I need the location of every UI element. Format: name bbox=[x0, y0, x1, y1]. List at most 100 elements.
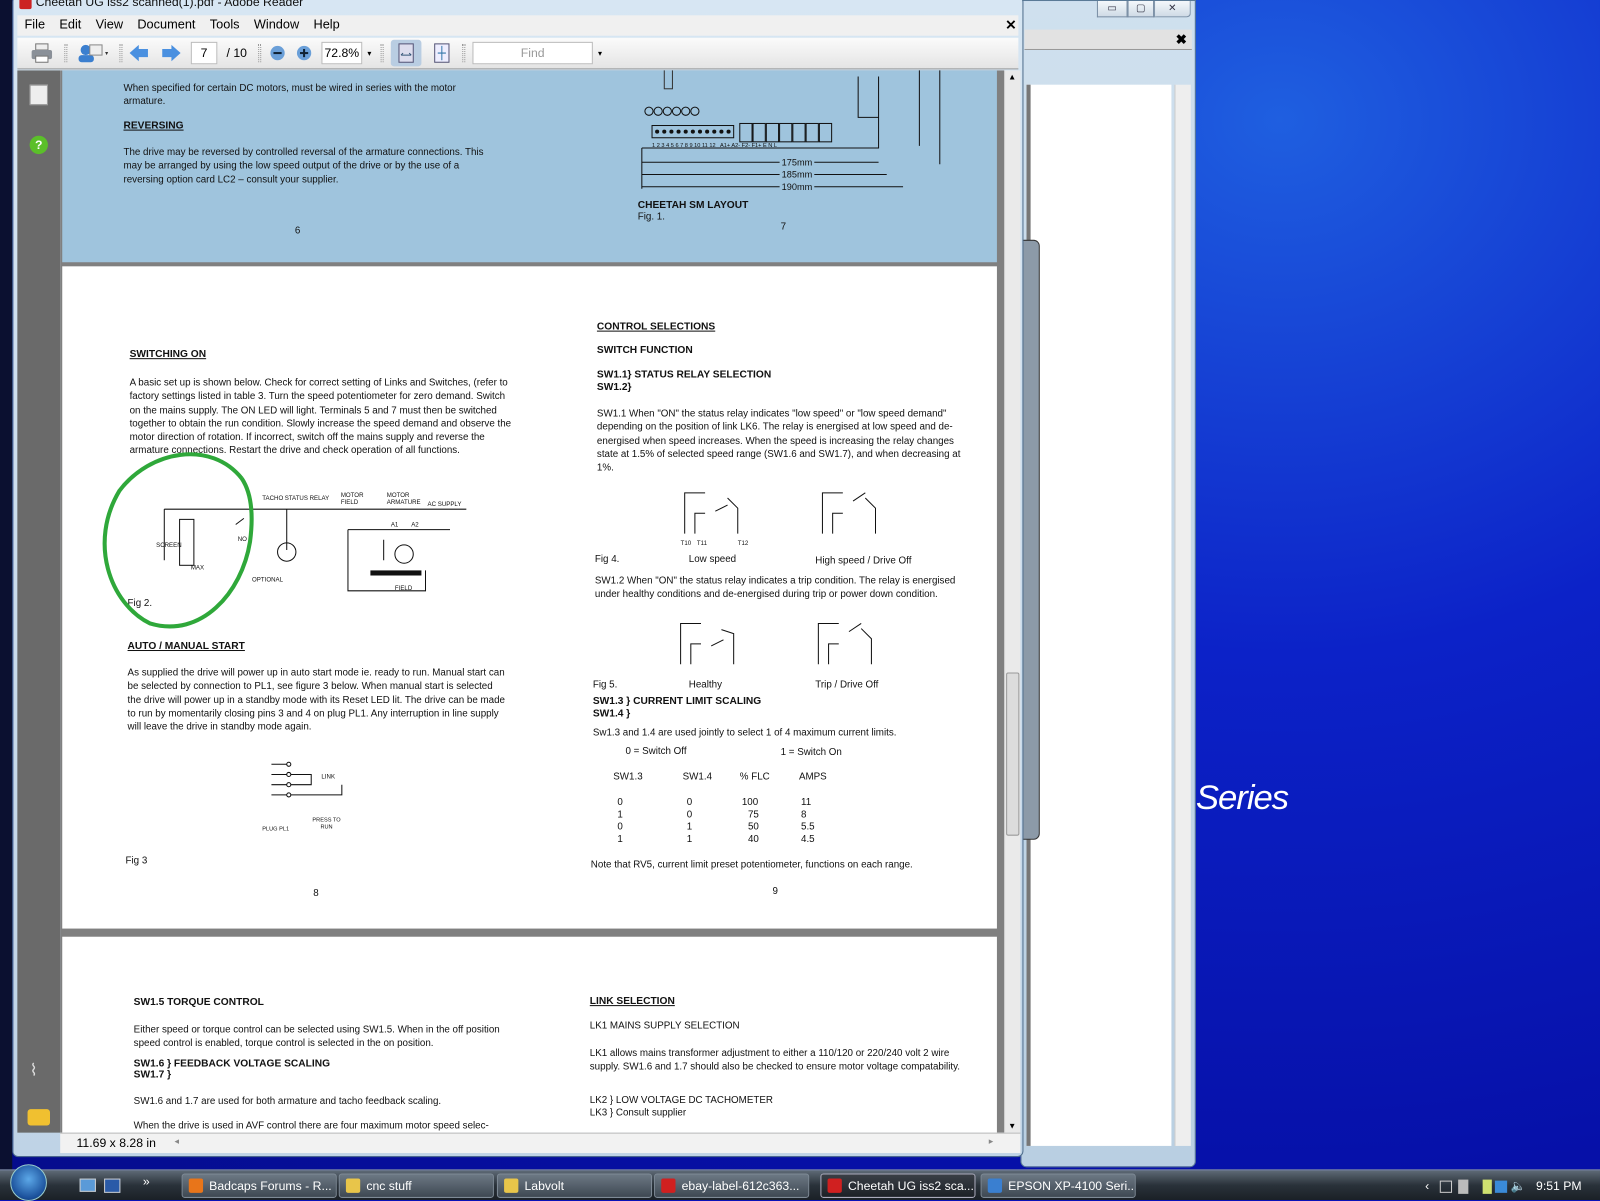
terminal-labels: 1 2 3 4 5 6 7 8 9 10 11 12 A1+ A2- F2- F… bbox=[652, 142, 778, 149]
tray-phone-icon[interactable] bbox=[1458, 1179, 1469, 1194]
scroll-right-icon[interactable]: ▸ bbox=[989, 1136, 994, 1147]
taskbar-button[interactable]: EPSON XP-4100 Seri... bbox=[980, 1173, 1136, 1198]
menu-bar: File Edit View Document Tools Window Hel… bbox=[17, 15, 1019, 36]
heading-switch-function: SWITCH FUNCTION bbox=[596, 344, 693, 357]
print-icon[interactable] bbox=[30, 42, 54, 64]
fig2-label-status-relay: STATUS RELAY bbox=[284, 495, 330, 503]
menu-help[interactable]: Help bbox=[306, 15, 347, 35]
vertical-scrollbar[interactable] bbox=[1174, 84, 1191, 1146]
fig5-caption: Fig 5. bbox=[592, 679, 618, 691]
vertical-scrollbar[interactable]: ▲ ▼ bbox=[1004, 70, 1021, 1133]
taskbar-button-label: ebay-label-612c363... bbox=[681, 1178, 800, 1193]
text-series-wiring: When specified for certain DC motors, mu… bbox=[123, 82, 456, 108]
previous-page-icon[interactable] bbox=[128, 42, 150, 64]
heading-sw12: SW1.2} bbox=[596, 381, 632, 393]
pages-icon[interactable] bbox=[29, 84, 48, 106]
taskbar-button[interactable]: Labvolt bbox=[496, 1173, 653, 1198]
heading-link-selection: LINK SELECTION bbox=[589, 995, 675, 1008]
page-number-9: 9 bbox=[772, 885, 778, 897]
app-icon bbox=[987, 1178, 1003, 1193]
heading-sw17: SW1.7 } bbox=[133, 1069, 172, 1081]
table-cell: 40 bbox=[747, 833, 759, 845]
scrollbar-thumb[interactable] bbox=[1006, 672, 1020, 836]
clock[interactable]: 9:51 PM bbox=[1536, 1179, 1582, 1193]
zoom-level-input[interactable]: 72.8% bbox=[321, 41, 363, 65]
table-header: SW1.4 bbox=[682, 771, 713, 783]
quicklaunch-overflow-icon[interactable]: » bbox=[143, 1174, 150, 1188]
document-view[interactable]: When specified for certain DC motors, mu… bbox=[60, 70, 1005, 1133]
fig2-label-field: FIELD bbox=[394, 585, 413, 592]
fit-page-icon[interactable] bbox=[430, 42, 454, 64]
fig4-terminals: T10 bbox=[680, 540, 692, 547]
fit-width-icon[interactable] bbox=[390, 39, 422, 67]
scroll-left-icon[interactable]: ◂ bbox=[174, 1136, 179, 1147]
table-header: AMPS bbox=[798, 771, 827, 783]
tray-volume-icon[interactable]: 🔈 bbox=[1511, 1179, 1526, 1193]
text-avf: When the drive is used in AVF control th… bbox=[133, 1120, 489, 1132]
background-window[interactable]: ▭ ▢ ✕ ✖ bbox=[1020, 0, 1196, 1168]
tray-power-icon[interactable] bbox=[1482, 1179, 1492, 1194]
attachment-icon[interactable]: ⌇ bbox=[30, 1060, 48, 1079]
scroll-down-icon[interactable]: ▼ bbox=[1008, 1121, 1016, 1130]
close-document-icon[interactable]: ✕ bbox=[1005, 17, 1016, 33]
menu-tools[interactable]: Tools bbox=[203, 15, 247, 35]
scroll-up-icon[interactable]: ▲ bbox=[1008, 72, 1016, 81]
text-feedback-scaling: SW1.6 and 1.7 are used for both armature… bbox=[133, 1095, 442, 1108]
find-dropdown-icon[interactable]: ▾ bbox=[595, 42, 605, 64]
taskbar-button-label: cnc stuff bbox=[366, 1178, 412, 1193]
navigation-panel: ? ⌇ bbox=[17, 70, 61, 1133]
heading-lk1: LK1 MAINS SUPPLY SELECTION bbox=[589, 1020, 740, 1032]
wallpaper-series-text: Series bbox=[1195, 778, 1289, 818]
find-input[interactable]: Find bbox=[472, 41, 593, 65]
fig4-relay-diagrams bbox=[684, 492, 877, 534]
start-button[interactable] bbox=[10, 1164, 47, 1201]
menu-window[interactable]: Window bbox=[247, 15, 307, 35]
fig5-trip: Trip / Drive Off bbox=[815, 679, 879, 691]
minimize-button[interactable]: ▭ bbox=[1096, 1, 1128, 18]
text-torque-control: Either speed or torque control can be se… bbox=[133, 1024, 500, 1050]
legend-off: 0 = Switch Off bbox=[625, 745, 687, 758]
table-cell: 4.5 bbox=[801, 833, 815, 845]
close-button[interactable]: ✕ bbox=[1154, 1, 1191, 18]
taskbar-button[interactable]: cnc stuff bbox=[338, 1173, 494, 1198]
heading-switching-on: SWITCHING ON bbox=[129, 348, 207, 361]
menu-file[interactable]: File bbox=[17, 15, 52, 35]
close-icon[interactable]: ✖ bbox=[1176, 32, 1187, 48]
text-note-rv5: Note that RV5, current limit preset pote… bbox=[590, 859, 913, 871]
tray-expand-icon[interactable]: ‹ bbox=[1425, 1179, 1429, 1193]
next-page-icon[interactable] bbox=[160, 42, 182, 64]
heading-torque-control: SW1.5 TORQUE CONTROL bbox=[133, 996, 264, 1009]
table-cell: 1 bbox=[686, 833, 693, 845]
show-desktop-icon[interactable] bbox=[79, 1178, 96, 1192]
background-window-toolbar bbox=[1024, 29, 1192, 50]
fig2-label-ac-supply: AC SUPPLY bbox=[427, 502, 462, 509]
taskbar-button[interactable]: ebay-label-612c363... bbox=[654, 1173, 810, 1198]
tray-network-icon[interactable] bbox=[1494, 1180, 1508, 1193]
fig2-label-tacho: TACHO bbox=[262, 495, 284, 503]
zoom-out-icon[interactable] bbox=[268, 42, 286, 64]
fig4-low-speed: Low speed bbox=[688, 554, 737, 566]
text-lk3: LK3 } Consult supplier bbox=[589, 1107, 687, 1119]
help-icon[interactable]: ? bbox=[29, 135, 48, 155]
zoom-in-icon[interactable] bbox=[295, 42, 313, 64]
switch-windows-icon[interactable] bbox=[104, 1178, 121, 1193]
dim-190mm: 190mm bbox=[779, 180, 815, 195]
app-icon bbox=[504, 1178, 519, 1193]
menu-edit[interactable]: Edit bbox=[52, 15, 88, 35]
zoom-dropdown-icon[interactable]: ▾ bbox=[364, 42, 374, 64]
collaborate-icon[interactable] bbox=[74, 42, 111, 64]
page-number-input[interactable]: 7 bbox=[190, 41, 218, 65]
menu-view[interactable]: View bbox=[88, 15, 130, 35]
fig1-caption: Fig. 1. bbox=[637, 211, 665, 223]
taskbar-button[interactable]: Badcaps Forums - R... bbox=[181, 1173, 337, 1198]
comments-icon[interactable] bbox=[27, 1109, 50, 1126]
system-tray: ‹ 🔈 9:51 PM bbox=[1425, 1170, 1600, 1201]
heading-sw14: SW1.4 } bbox=[592, 708, 631, 720]
taskbar-button-label: Cheetah UG iss2 sca... bbox=[847, 1178, 974, 1193]
pdf-page-9: SW1.5 TORQUE CONTROL Either speed or tor… bbox=[62, 936, 997, 1133]
fig3-caption: Fig 3 bbox=[125, 855, 148, 867]
menu-document[interactable]: Document bbox=[130, 15, 202, 35]
tray-device-icon[interactable] bbox=[1439, 1180, 1452, 1193]
maximize-button[interactable]: ▢ bbox=[1127, 1, 1155, 18]
taskbar-button[interactable]: Cheetah UG iss2 sca... bbox=[820, 1173, 976, 1198]
